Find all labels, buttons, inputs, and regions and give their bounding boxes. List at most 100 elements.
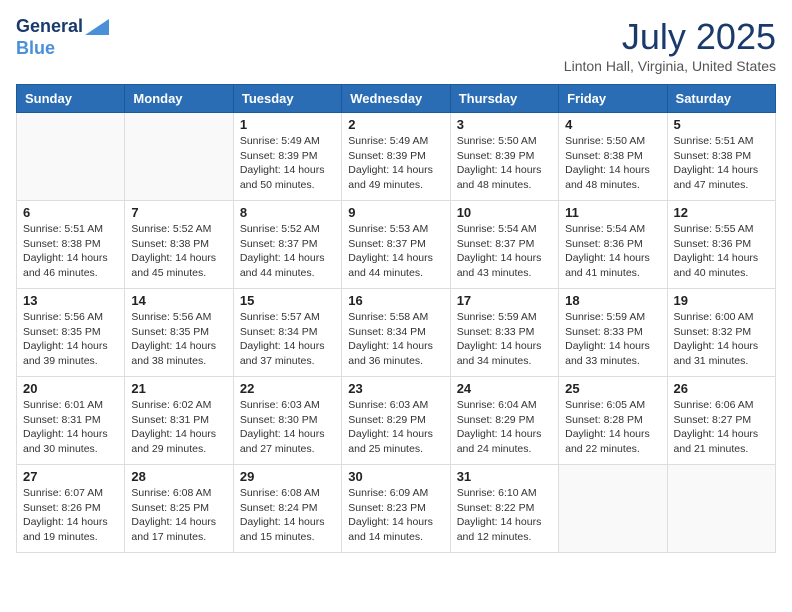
calendar-cell [17,113,125,201]
calendar-cell: 12 Sunrise: 5:55 AMSunset: 8:36 PMDayligh… [667,201,775,289]
day-number: 20 [23,381,118,396]
day-info: Sunrise: 6:10 AMSunset: 8:22 PMDaylight:… [457,486,552,545]
header-friday: Friday [559,85,667,113]
header-wednesday: Wednesday [342,85,450,113]
day-number: 18 [565,293,660,308]
logo-subtext: Blue [16,38,109,60]
day-info: Sunrise: 5:56 AMSunset: 8:35 PMDaylight:… [131,310,226,369]
day-number: 12 [674,205,769,220]
calendar-cell: 11 Sunrise: 5:54 AMSunset: 8:36 PMDayligh… [559,201,667,289]
calendar-cell: 17 Sunrise: 5:59 AMSunset: 8:33 PMDayligh… [450,289,558,377]
day-info: Sunrise: 5:51 AMSunset: 8:38 PMDaylight:… [23,222,118,281]
calendar-cell: 15 Sunrise: 5:57 AMSunset: 8:34 PMDayligh… [233,289,341,377]
day-number: 21 [131,381,226,396]
day-number: 28 [131,469,226,484]
day-info: Sunrise: 5:50 AMSunset: 8:39 PMDaylight:… [457,134,552,193]
day-number: 1 [240,117,335,132]
day-number: 19 [674,293,769,308]
calendar-cell: 27 Sunrise: 6:07 AMSunset: 8:26 PMDayligh… [17,465,125,553]
day-number: 7 [131,205,226,220]
calendar-cell [559,465,667,553]
calendar-cell: 18 Sunrise: 5:59 AMSunset: 8:33 PMDayligh… [559,289,667,377]
calendar-cell: 13 Sunrise: 5:56 AMSunset: 8:35 PMDayligh… [17,289,125,377]
calendar-cell: 14Sunrise: 5:56 AMSunset: 8:35 PMDayligh… [125,289,233,377]
calendar-cell: 3Sunrise: 5:50 AMSunset: 8:39 PMDaylight… [450,113,558,201]
week-row-2: 6 Sunrise: 5:51 AMSunset: 8:38 PMDaylight… [17,201,776,289]
calendar-table: SundayMondayTuesdayWednesdayThursdayFrid… [16,84,776,553]
day-info: Sunrise: 5:57 AMSunset: 8:34 PMDaylight:… [240,310,335,369]
day-number: 26 [674,381,769,396]
calendar-cell: 10 Sunrise: 5:54 AMSunset: 8:37 PMDayligh… [450,201,558,289]
day-info: Sunrise: 5:59 AMSunset: 8:33 PMDaylight:… [457,310,552,369]
header-thursday: Thursday [450,85,558,113]
day-info: Sunrise: 6:08 AMSunset: 8:24 PMDaylight:… [240,486,335,545]
header-row: SundayMondayTuesdayWednesdayThursdayFrid… [17,85,776,113]
week-row-3: 13 Sunrise: 5:56 AMSunset: 8:35 PMDayligh… [17,289,776,377]
day-info: Sunrise: 5:49 AMSunset: 8:39 PMDaylight:… [240,134,335,193]
day-number: 17 [457,293,552,308]
day-number: 29 [240,469,335,484]
month-title: July 2025 [564,16,776,58]
calendar-cell: 2Sunrise: 5:49 AMSunset: 8:39 PMDaylight… [342,113,450,201]
header-sunday: Sunday [17,85,125,113]
day-number: 24 [457,381,552,396]
day-info: Sunrise: 5:54 AMSunset: 8:36 PMDaylight:… [565,222,660,281]
calendar-cell: 26 Sunrise: 6:06 AMSunset: 8:27 PMDayligh… [667,377,775,465]
day-number: 25 [565,381,660,396]
day-info: Sunrise: 6:05 AMSunset: 8:28 PMDaylight:… [565,398,660,457]
calendar-cell: 9Sunrise: 5:53 AMSunset: 8:37 PMDaylight… [342,201,450,289]
calendar-cell [125,113,233,201]
day-number: 6 [23,205,118,220]
day-number: 15 [240,293,335,308]
calendar-cell: 30 Sunrise: 6:09 AMSunset: 8:23 PMDayligh… [342,465,450,553]
day-number: 30 [348,469,443,484]
day-number: 27 [23,469,118,484]
calendar-cell: 24Sunrise: 6:04 AMSunset: 8:29 PMDayligh… [450,377,558,465]
day-number: 8 [240,205,335,220]
day-number: 31 [457,469,552,484]
week-row-1: 1 Sunrise: 5:49 AMSunset: 8:39 PMDaylight… [17,113,776,201]
day-info: Sunrise: 5:55 AMSunset: 8:36 PMDaylight:… [674,222,769,281]
day-info: Sunrise: 5:59 AMSunset: 8:33 PMDaylight:… [565,310,660,369]
day-number: 4 [565,117,660,132]
day-number: 5 [674,117,769,132]
day-info: Sunrise: 6:02 AMSunset: 8:31 PMDaylight:… [131,398,226,457]
day-info: Sunrise: 6:09 AMSunset: 8:23 PMDaylight:… [348,486,443,545]
day-info: Sunrise: 5:52 AMSunset: 8:37 PMDaylight:… [240,222,335,281]
calendar-cell: 6 Sunrise: 5:51 AMSunset: 8:38 PMDaylight… [17,201,125,289]
calendar-cell: 28 Sunrise: 6:08 AMSunset: 8:25 PMDayligh… [125,465,233,553]
day-info: Sunrise: 6:08 AMSunset: 8:25 PMDaylight:… [131,486,226,545]
day-info: Sunrise: 5:52 AMSunset: 8:38 PMDaylight:… [131,222,226,281]
day-number: 10 [457,205,552,220]
logo-text: General [16,16,109,38]
day-number: 11 [565,205,660,220]
calendar-cell: 22Sunrise: 6:03 AMSunset: 8:30 PMDayligh… [233,377,341,465]
day-number: 13 [23,293,118,308]
calendar-cell: 8 Sunrise: 5:52 AMSunset: 8:37 PMDaylight… [233,201,341,289]
day-info: Sunrise: 6:03 AMSunset: 8:29 PMDaylight:… [348,398,443,457]
calendar-cell: 5Sunrise: 5:51 AMSunset: 8:38 PMDaylight… [667,113,775,201]
calendar-cell: 23 Sunrise: 6:03 AMSunset: 8:29 PMDayligh… [342,377,450,465]
week-row-5: 27 Sunrise: 6:07 AMSunset: 8:26 PMDayligh… [17,465,776,553]
day-number: 23 [348,381,443,396]
header-tuesday: Tuesday [233,85,341,113]
calendar-cell: 16 Sunrise: 5:58 AMSunset: 8:34 PMDayligh… [342,289,450,377]
day-info: Sunrise: 5:58 AMSunset: 8:34 PMDaylight:… [348,310,443,369]
day-info: Sunrise: 5:54 AMSunset: 8:37 PMDaylight:… [457,222,552,281]
day-info: Sunrise: 5:49 AMSunset: 8:39 PMDaylight:… [348,134,443,193]
day-number: 9 [348,205,443,220]
day-info: Sunrise: 5:56 AMSunset: 8:35 PMDaylight:… [23,310,118,369]
day-number: 22 [240,381,335,396]
calendar-cell: 19Sunrise: 6:00 AMSunset: 8:32 PMDayligh… [667,289,775,377]
calendar-cell: 25 Sunrise: 6:05 AMSunset: 8:28 PMDayligh… [559,377,667,465]
week-row-4: 20Sunrise: 6:01 AMSunset: 8:31 PMDayligh… [17,377,776,465]
day-info: Sunrise: 5:50 AMSunset: 8:38 PMDaylight:… [565,134,660,193]
day-number: 16 [348,293,443,308]
location: Linton Hall, Virginia, United States [564,58,776,74]
day-info: Sunrise: 6:06 AMSunset: 8:27 PMDaylight:… [674,398,769,457]
header-saturday: Saturday [667,85,775,113]
day-info: Sunrise: 6:07 AMSunset: 8:26 PMDaylight:… [23,486,118,545]
calendar-cell: 29 Sunrise: 6:08 AMSunset: 8:24 PMDayligh… [233,465,341,553]
page-header: General Blue July 2025 Linton Hall, Virg… [16,16,776,74]
calendar-cell: 1 Sunrise: 5:49 AMSunset: 8:39 PMDaylight… [233,113,341,201]
